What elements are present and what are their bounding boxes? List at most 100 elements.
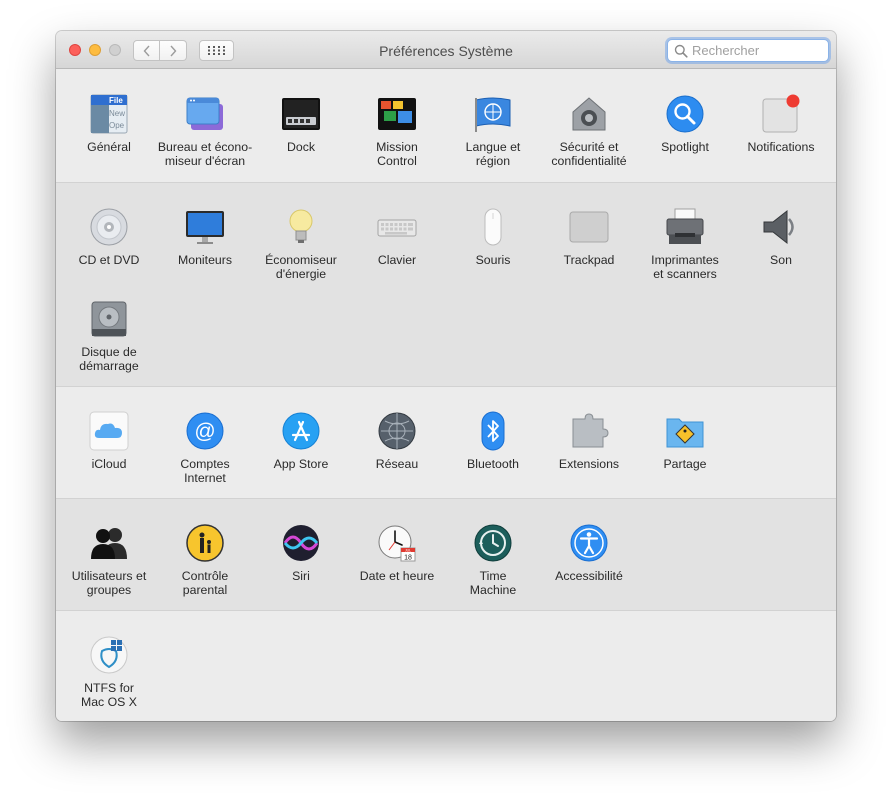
pane-label: Bureau et écono- miseur d'écran	[157, 140, 253, 168]
pane-parental-controls[interactable]: Contrôle parental	[157, 521, 253, 611]
trackpad-icon	[569, 207, 609, 247]
pane-spotlight[interactable]: Spotlight	[637, 92, 733, 182]
network-icon	[377, 411, 417, 451]
pane-label: Général	[87, 140, 131, 154]
pane-label: Économiseur d'énergie	[265, 253, 337, 281]
security-icon	[569, 94, 609, 134]
pane-label: Notifications	[747, 140, 815, 154]
pane-label: Souris	[475, 253, 511, 267]
pane-app-store[interactable]: App Store	[253, 409, 349, 499]
startup-disk-icon	[89, 299, 129, 339]
search-field[interactable]	[667, 39, 829, 62]
pane-sharing[interactable]: Partage	[637, 409, 733, 499]
pane-energy-saver[interactable]: Économiseur d'énergie	[253, 205, 349, 295]
svg-text:New: New	[109, 109, 125, 118]
pane-label: App Store	[273, 457, 329, 471]
accessibility-icon	[569, 523, 609, 563]
pane-startup-disk[interactable]: Disque de démarrage	[61, 297, 157, 387]
internet-accounts-icon: @	[185, 411, 225, 451]
pane-network[interactable]: Réseau	[349, 409, 445, 499]
pane-security[interactable]: Sécurité et confidentialité	[541, 92, 637, 182]
search-icon	[674, 44, 688, 58]
desktop-screensaver-icon	[185, 94, 225, 134]
pane-label: CD et DVD	[78, 253, 140, 267]
mission-control-icon	[377, 94, 417, 134]
search-input[interactable]	[692, 43, 827, 58]
pane-label: Spotlight	[661, 140, 709, 154]
time-machine-icon	[473, 523, 513, 563]
title-bar: Préférences Système	[56, 31, 836, 69]
printer-icon	[665, 207, 705, 247]
sound-icon	[761, 207, 801, 247]
pane-label: Utilisateurs et groupes	[71, 569, 147, 597]
section-personal: File New Ope Général Bureau et écono- mi…	[56, 70, 836, 183]
svg-text:JUL: JUL	[405, 548, 411, 552]
pane-notifications[interactable]: Notifications	[733, 92, 829, 182]
pane-trackpad[interactable]: Trackpad	[541, 205, 637, 295]
pane-label: Partage	[663, 457, 707, 471]
pane-label: iCloud	[91, 457, 127, 471]
keyboard-icon	[377, 207, 417, 247]
pane-internet-accounts[interactable]: @ Comptes Internet	[157, 409, 253, 499]
parental-controls-icon	[185, 523, 225, 563]
pane-users-groups[interactable]: Utilisateurs et groupes	[61, 521, 157, 611]
pane-language-region[interactable]: Langue et région	[445, 92, 541, 182]
language-region-icon	[473, 94, 513, 134]
pane-accessibility[interactable]: Accessibilité	[541, 521, 637, 611]
pane-label: Comptes Internet	[180, 457, 230, 485]
svg-text:@: @	[194, 420, 215, 443]
section-internet: iCloud @ Comptes Internet App Store Rése…	[56, 387, 836, 499]
dock-icon	[281, 94, 321, 134]
notifications-icon	[761, 94, 801, 134]
pane-keyboard[interactable]: Clavier	[349, 205, 445, 295]
svg-text:18: 18	[404, 555, 412, 562]
app-store-icon	[281, 411, 321, 451]
system-preferences-window: Préférences Système File New Ope Général…	[56, 31, 836, 721]
pane-cd-dvd[interactable]: CD et DVD	[61, 205, 157, 295]
extensions-icon	[569, 411, 609, 451]
ntfs-icon	[89, 635, 129, 675]
pane-label: Trackpad	[563, 253, 615, 267]
pane-label: Sécurité et confidentialité	[551, 140, 627, 168]
siri-icon	[281, 523, 321, 563]
pane-label: Imprimantes et scanners	[651, 253, 719, 281]
pane-bluetooth[interactable]: Bluetooth	[445, 409, 541, 499]
pane-time-machine[interactable]: Time Machine	[445, 521, 541, 611]
icloud-icon	[89, 411, 129, 451]
date-time-icon: JUL 18	[377, 523, 417, 563]
pane-label: Accessibilité	[555, 569, 623, 583]
pane-label: Contrôle parental	[181, 569, 229, 597]
pane-general[interactable]: File New Ope Général	[61, 92, 157, 182]
pane-desktop-screensaver[interactable]: Bureau et écono- miseur d'écran	[157, 92, 253, 182]
pane-label: Dock	[286, 140, 316, 154]
bluetooth-icon	[473, 411, 513, 451]
section-other: NTFS for Mac OS X	[56, 611, 836, 721]
pane-printer[interactable]: Imprimantes et scanners	[637, 205, 733, 295]
sharing-icon	[665, 411, 705, 451]
pane-label: Disque de démarrage	[79, 345, 139, 373]
pane-icloud[interactable]: iCloud	[61, 409, 157, 499]
users-groups-icon	[89, 523, 129, 563]
pane-label: Réseau	[375, 457, 419, 471]
svg-text:File: File	[109, 96, 123, 105]
energy-saver-icon	[281, 207, 321, 247]
mouse-icon	[473, 207, 513, 247]
pane-displays[interactable]: Moniteurs	[157, 205, 253, 295]
cd-dvd-icon	[89, 207, 129, 247]
pane-mouse[interactable]: Souris	[445, 205, 541, 295]
pane-dock[interactable]: Dock	[253, 92, 349, 182]
pane-siri[interactable]: Siri	[253, 521, 349, 611]
pane-label: Date et heure	[359, 569, 435, 583]
pane-sound[interactable]: Son	[733, 205, 829, 295]
pane-extensions[interactable]: Extensions	[541, 409, 637, 499]
pane-label: Moniteurs	[178, 253, 232, 267]
general-icon: File New Ope	[89, 94, 129, 134]
pane-label: Bluetooth	[467, 457, 519, 471]
pane-label: Siri	[292, 569, 310, 583]
pane-mission-control[interactable]: Mission Control	[349, 92, 445, 182]
pane-date-time[interactable]: JUL 18 Date et heure	[349, 521, 445, 611]
section-hardware: CD et DVD Moniteurs Économiseur d'énergi…	[56, 183, 836, 387]
pane-ntfs[interactable]: NTFS for Mac OS X	[61, 633, 157, 721]
svg-text:Ope: Ope	[109, 121, 125, 130]
displays-icon	[185, 207, 225, 247]
